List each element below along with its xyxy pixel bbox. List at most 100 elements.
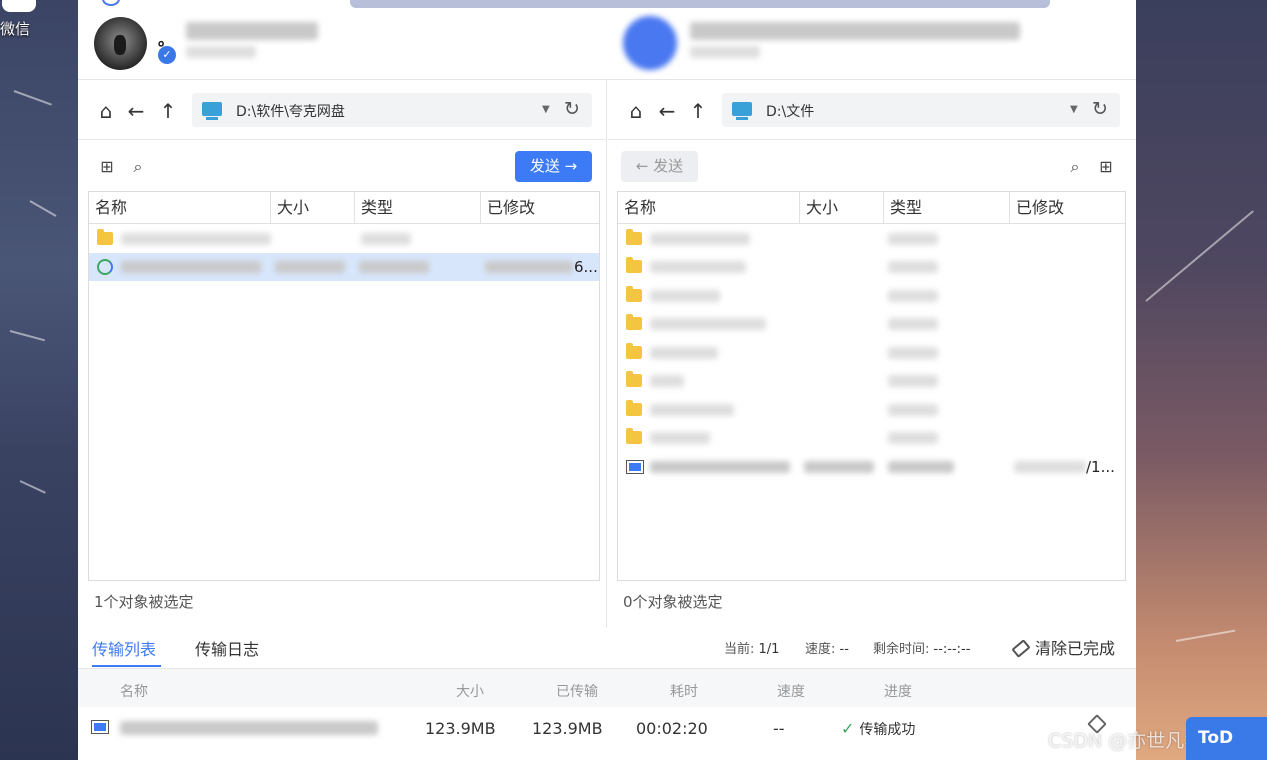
column-size[interactable]: 大小 — [800, 192, 884, 224]
tab-transfer-log[interactable]: 传输日志 — [195, 636, 259, 660]
check-badge-icon: ✓ — [158, 46, 176, 64]
snow-streak — [29, 200, 57, 217]
file-type-blurred — [359, 261, 429, 273]
file-name-blurred — [650, 347, 718, 359]
wechat-icon[interactable] — [2, 0, 36, 12]
folder-icon — [626, 257, 642, 273]
list-item[interactable] — [618, 339, 1125, 367]
remaining-value: --:--:-- — [933, 642, 971, 657]
list-item[interactable] — [618, 424, 1125, 452]
clear-completed-button[interactable]: 清除已完成 — [1011, 635, 1115, 659]
back-arrow-icon[interactable]: ← — [125, 100, 147, 122]
wechat-label[interactable]: 微信 — [0, 18, 30, 39]
current-label: 当前: — [724, 642, 755, 657]
modified-trail-text: /1... — [1086, 458, 1115, 476]
file-size-blurred — [275, 261, 345, 273]
file-type-blurred — [888, 347, 938, 359]
column-type[interactable]: 类型 — [355, 192, 481, 224]
file-name-blurred — [650, 318, 766, 330]
new-folder-icon[interactable]: ⊞ — [97, 157, 117, 177]
transfer-row[interactable]: 123.9MB 123.9MB 00:02:20 -- ✓ 传输成功 — [78, 707, 1136, 747]
file-name-blurred — [121, 233, 271, 245]
transfer-col-elapsed: 耗时 — [670, 684, 698, 700]
transfer-elapsed: 00:02:20 — [636, 719, 708, 738]
file-type-blurred — [888, 318, 938, 330]
device-title-blurred — [186, 22, 318, 40]
folder-icon — [626, 371, 642, 387]
quark-app-icon — [97, 259, 113, 275]
list-item[interactable] — [618, 396, 1125, 424]
new-folder-icon[interactable]: ⊞ — [1096, 157, 1116, 177]
up-arrow-icon[interactable]: ↑ — [687, 100, 709, 122]
column-size[interactable]: 大小 — [271, 192, 355, 224]
file-type-blurred — [888, 261, 938, 273]
list-item[interactable] — [89, 225, 599, 253]
dropdown-icon[interactable]: ▼ — [1070, 104, 1078, 115]
transfer-transferred: 123.9MB — [532, 719, 603, 738]
remote-nav-row: ⌂ ← ↑ D:\文件 ▼ ↻ — [608, 80, 1136, 140]
avatar[interactable] — [94, 17, 147, 70]
file-type-blurred — [888, 233, 938, 245]
list-item[interactable] — [618, 253, 1125, 281]
file-name-blurred — [650, 290, 720, 302]
search-icon[interactable]: ⌕ — [128, 157, 148, 177]
transfer-progress: ✓ 传输成功 — [841, 719, 915, 739]
folder-icon — [626, 400, 642, 416]
dropdown-icon[interactable]: ▼ — [542, 104, 550, 115]
file-type-blurred — [361, 233, 411, 245]
remaining-time: 剩余时间: --:--:-- — [873, 638, 970, 657]
file-name-blurred — [121, 261, 261, 273]
search-icon[interactable]: ⌕ — [1065, 157, 1085, 177]
list-item[interactable] — [618, 225, 1125, 253]
remote-list-header: 名称 大小 类型 已修改 — [618, 192, 1125, 224]
todo-app-badge[interactable]: ToD — [1186, 717, 1267, 760]
csdn-watermark: CSDN @亦世凡华 — [1048, 730, 1204, 752]
monitor-icon — [202, 102, 222, 120]
peer-subtitle-blurred — [690, 46, 760, 58]
local-list-header: 名称 大小 类型 已修改 — [89, 192, 599, 224]
folder-icon — [626, 343, 642, 359]
column-name[interactable]: 名称 — [89, 192, 271, 224]
local-path-text: D:\软件\夸克网盘 — [236, 104, 345, 120]
refresh-icon[interactable]: ↻ — [1092, 98, 1108, 120]
file-name-blurred — [650, 375, 684, 387]
folder-icon — [626, 286, 642, 302]
tab-transfer-list[interactable]: 传输列表 — [92, 636, 156, 660]
remote-selection-status: 0个对象被选定 — [623, 593, 723, 611]
exe-icon — [91, 720, 109, 734]
file-name-blurred — [650, 404, 734, 416]
list-item[interactable] — [618, 310, 1125, 338]
peer-avatar[interactable] — [623, 16, 677, 70]
column-modified[interactable]: 已修改 — [481, 192, 599, 224]
send-button[interactable]: 发送 → — [515, 151, 592, 182]
column-name[interactable]: 名称 — [618, 192, 800, 224]
list-item[interactable] — [618, 282, 1125, 310]
snow-streak — [9, 330, 46, 342]
file-name-blurred — [650, 261, 746, 273]
folder-icon — [626, 229, 642, 245]
file-name-blurred — [650, 432, 710, 444]
local-path-box[interactable]: D:\软件\夸克网盘 ▼ ↻ — [192, 93, 592, 127]
modified-trail-text: 6... — [574, 258, 598, 276]
send-back-button[interactable]: ← 发送 — [621, 151, 698, 182]
device-header: 。 ✓ — [78, 8, 1136, 80]
refresh-icon[interactable]: ↻ — [564, 98, 580, 120]
file-type-blurred — [888, 290, 938, 302]
snow-streak — [13, 90, 52, 106]
up-arrow-icon[interactable]: ↑ — [157, 100, 179, 122]
column-modified[interactable]: 已修改 — [1010, 192, 1125, 224]
home-icon[interactable]: ⌂ — [625, 100, 647, 122]
transfer-speed: -- — [773, 719, 785, 738]
current-progress: 当前: 1/1 — [724, 638, 779, 657]
local-file-list: 名称 大小 类型 已修改 6... — [88, 191, 600, 581]
list-item[interactable] — [618, 367, 1125, 395]
transfer-status: 传输成功 — [859, 722, 916, 738]
remote-tool-row: ← 发送 ⌕ ⊞ — [608, 140, 1136, 192]
list-item[interactable]: /1... — [618, 453, 1125, 481]
home-icon[interactable]: ⌂ — [95, 100, 117, 122]
remote-path-box[interactable]: D:\文件 ▼ ↻ — [722, 93, 1120, 127]
list-item-selected[interactable]: 6... — [89, 253, 599, 281]
column-type[interactable]: 类型 — [884, 192, 1010, 224]
file-transfer-window: 。 ✓ ⌂ ← ↑ D:\软件\夸克网盘 ▼ ↻ ⊞ ⌕ 发送 → 名称 大小 … — [78, 0, 1136, 760]
back-arrow-icon[interactable]: ← — [656, 100, 678, 122]
